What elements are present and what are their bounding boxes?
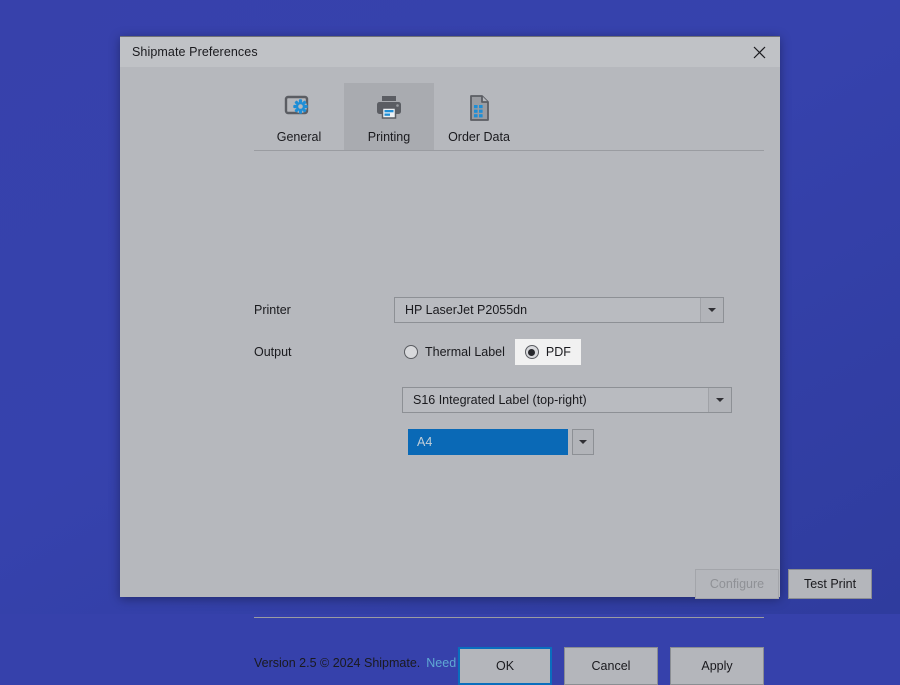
- chevron-down-icon: [700, 298, 723, 322]
- radio-selected-icon: [525, 345, 539, 359]
- configure-button-wrap: Configure: [695, 569, 779, 599]
- printer-icon: [374, 91, 404, 125]
- close-button[interactable]: [738, 37, 780, 67]
- configure-button: Configure: [695, 569, 779, 599]
- tab-order-data[interactable]: Order Data: [434, 83, 524, 151]
- apply-button[interactable]: Apply: [670, 647, 764, 685]
- paper-size-select[interactable]: A4: [408, 429, 594, 455]
- tab-printing-label: Printing: [368, 130, 410, 144]
- printer-select-value: HP LaserJet P2055dn: [395, 298, 700, 322]
- label-format-row: S16 Integrated Label (top-right): [402, 387, 732, 413]
- close-icon: [753, 46, 766, 59]
- cancel-button[interactable]: Cancel: [564, 647, 658, 685]
- document-grid-icon: [464, 91, 494, 125]
- chevron-down-icon: [708, 388, 731, 412]
- label-format-select[interactable]: S16 Integrated Label (top-right): [402, 387, 732, 413]
- preferences-dialog: Shipmate Preferences: [120, 36, 780, 597]
- radio-thermal-label-text: Thermal Label: [425, 345, 505, 359]
- window-title: Shipmate Preferences: [132, 45, 258, 59]
- radio-thermal-label[interactable]: Thermal Label: [394, 339, 515, 365]
- paper-size-row: A4: [408, 429, 594, 455]
- tab-general-label: General: [277, 130, 321, 144]
- test-print-button[interactable]: Test Print: [788, 569, 872, 599]
- printer-select[interactable]: HP LaserJet P2055dn: [394, 297, 724, 323]
- chevron-down-icon[interactable]: [572, 429, 594, 455]
- tab-strip: General Printing: [120, 83, 780, 151]
- tab-separator: [254, 150, 764, 151]
- dialog-button-bar: OK Cancel Apply: [458, 647, 764, 685]
- footer: Version 2.5 © 2024 Shipmate. Need help?: [254, 656, 490, 670]
- version-text: Version 2.5 © 2024 Shipmate.: [254, 656, 420, 670]
- output-radio-group: Thermal Label PDF: [394, 339, 581, 365]
- footer-separator: [254, 617, 764, 618]
- output-row: Output Thermal Label PDF: [254, 339, 581, 365]
- printer-row: Printer HP LaserJet P2055dn: [254, 297, 724, 323]
- tab-printing[interactable]: Printing: [344, 83, 434, 151]
- printer-label: Printer: [254, 303, 394, 317]
- window-settings-icon: [284, 91, 314, 125]
- radio-unselected-icon: [404, 345, 418, 359]
- title-bar: Shipmate Preferences: [120, 37, 780, 67]
- output-label: Output: [254, 345, 394, 359]
- paper-size-value: A4: [408, 429, 568, 455]
- ok-button[interactable]: OK: [458, 647, 552, 685]
- label-format-value: S16 Integrated Label (top-right): [403, 388, 708, 412]
- test-print-button-wrap: Test Print: [788, 569, 872, 599]
- tab-general[interactable]: General: [254, 83, 344, 151]
- radio-pdf-text: PDF: [546, 345, 571, 359]
- tab-order-data-label: Order Data: [448, 130, 510, 144]
- radio-pdf[interactable]: PDF: [515, 339, 581, 365]
